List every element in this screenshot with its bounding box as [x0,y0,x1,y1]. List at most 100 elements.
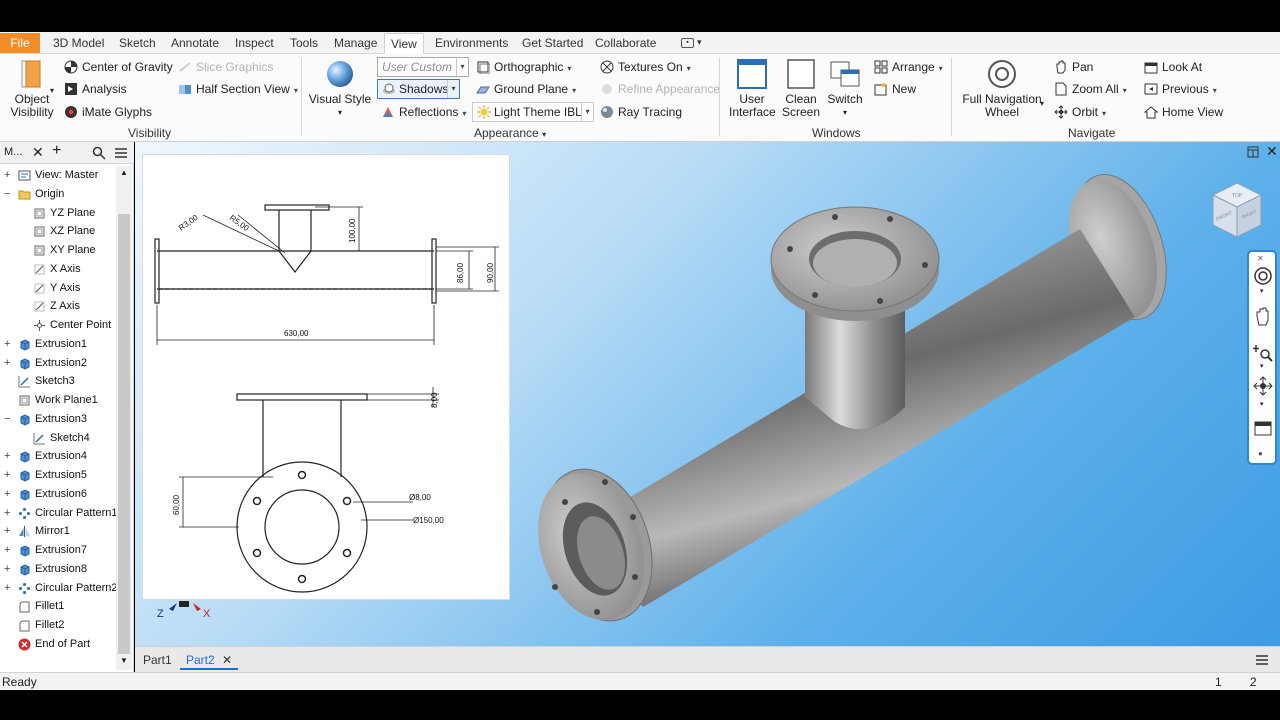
half-section-dropdown-icon[interactable]: ▾ [294,86,298,95]
slice-graphics-button[interactable]: Slice Graphics [178,58,273,76]
refine-appearance-button[interactable]: Refine Appearance [600,80,720,98]
expand-icon[interactable]: + [4,560,14,578]
tree-item[interactable]: XY Plane [0,241,116,259]
nav-orbit-icon[interactable] [1253,376,1273,396]
tree-item[interactable]: XZ Plane [0,222,116,240]
tree-item[interactable]: End of Part [0,635,116,653]
scroll-up-icon[interactable]: ▲ [120,168,128,177]
full-navigation-wheel-button[interactable]: Full Navigation Wheel [960,58,1044,119]
menu-3d-model[interactable]: 3D Model [51,35,106,52]
shadows-select[interactable]: Shadows ▾ [377,79,460,99]
collapse-icon[interactable]: − [4,410,14,428]
graphics-viewport[interactable]: R3,00 R5,00 100,00 86,00 90,00 630,00 8,… [135,142,1280,646]
tree-item[interactable]: Center Point [0,316,116,334]
orbit-dropdown-icon[interactable]: ▾ [1102,109,1106,118]
center-of-gravity-button[interactable]: Center of Gravity [64,58,173,76]
arrange-button[interactable]: Arrange ▾ [874,58,943,76]
menu-manage[interactable]: Manage [332,35,379,52]
nav-steering-wheel-icon[interactable] [1253,266,1273,286]
orthographic-dropdown-icon[interactable]: ▾ [567,64,571,73]
close-icon[interactable]: ✕ [32,144,44,161]
nav-zoom-dropdown-icon[interactable]: ▾ [1260,362,1264,370]
switch-button[interactable]: Switch ▾ [824,58,866,119]
viewcube-icon[interactable]: TOP FRONT RIGHT [1205,177,1269,243]
tree-item[interactable]: − Extrusion3 [0,410,116,428]
quick-access-dropdown-icon[interactable]: ▾ [697,37,702,48]
tree-item[interactable]: Sketch3 [0,372,116,390]
tree-item[interactable]: Work Plane1 [0,391,116,409]
tab-part2[interactable]: Part2 ✕ [180,650,239,670]
tree-item[interactable]: Z Axis [0,297,116,315]
light-theme-select[interactable]: Light Theme IBL ▾ [472,102,594,122]
new-window-button[interactable]: New [874,80,916,98]
tree-item[interactable]: Fillet2 [0,616,116,634]
tab-menu-icon[interactable] [1255,654,1269,666]
menu-sketch[interactable]: Sketch [117,35,158,52]
half-section-view-button[interactable]: Half Section View ▾ [178,80,298,98]
analysis-button[interactable]: Analysis [64,80,127,98]
close-viewport-icon[interactable]: ✕ [1266,143,1278,160]
restore-window-icon[interactable] [1247,146,1259,158]
user-custom-select[interactable]: User Custom ▾ [377,57,469,77]
ground-plane-dropdown-icon[interactable]: ▾ [572,86,576,95]
tree-item[interactable]: + View: Master [0,166,116,184]
tree-item[interactable]: + Extrusion6 [0,485,116,503]
expand-icon[interactable]: + [4,579,14,597]
browser-scrollbar[interactable]: ▲ ▼ [116,166,132,670]
scroll-down-icon[interactable]: ▼ [120,656,128,665]
tree-item[interactable]: − Origin [0,185,116,203]
quick-access-icon[interactable]: ▪ [681,38,694,48]
visual-style-button[interactable]: Visual Style ▾ [308,58,372,119]
collapse-icon[interactable]: − [4,185,14,203]
add-icon[interactable]: + [52,142,61,160]
shadows-dropdown-icon[interactable]: ▾ [447,80,459,98]
tree-item[interactable]: + Extrusion8 [0,560,116,578]
menu-get-started[interactable]: Get Started [520,35,585,52]
expand-icon[interactable]: + [4,447,14,465]
tree-item[interactable]: Fillet1 [0,597,116,615]
orthographic-button[interactable]: Orthographic ▾ [476,58,571,76]
menu-file[interactable]: File [0,33,40,53]
ground-plane-button[interactable]: Ground Plane ▾ [476,80,576,98]
user-interface-button[interactable]: User Interface [729,58,776,119]
nav-zoom-icon[interactable] [1253,342,1273,362]
tree-item[interactable]: + Mirror1 [0,522,116,540]
textures-on-button[interactable]: Textures On ▾ [600,58,691,76]
clean-screen-button[interactable]: Clean Screen [781,58,821,119]
tree-item[interactable]: + Extrusion7 [0,541,116,559]
orbit-button[interactable]: Orbit ▾ [1054,103,1106,121]
tree-item[interactable]: X Axis [0,260,116,278]
tree-item[interactable]: + Circular Pattern2 [0,579,118,597]
tab-part1[interactable]: Part1 [137,650,178,670]
expand-icon[interactable]: + [4,485,14,503]
expand-icon[interactable]: + [4,541,14,559]
tree-item[interactable]: YZ Plane [0,204,116,222]
object-visibility-button[interactable]: Object Visibility [8,58,56,119]
reflections-button[interactable]: Reflections ▾ [381,103,466,121]
navbar-options-icon[interactable]: ● [1258,449,1263,458]
tree-item[interactable]: + Circular Pattern1 [0,504,118,522]
switch-dropdown-icon[interactable]: ▾ [824,106,866,119]
menu-annotate[interactable]: Annotate [169,35,221,52]
imate-glyphs-button[interactable]: iMate Glyphs [64,103,152,121]
nav-look-at-icon[interactable] [1253,418,1273,438]
ray-tracing-button[interactable]: Ray Tracing [600,103,682,121]
menu-inspect[interactable]: Inspect [233,35,276,52]
reflections-dropdown-icon[interactable]: ▾ [462,109,466,118]
visual-style-dropdown-icon[interactable]: ▾ [308,106,372,119]
previous-view-button[interactable]: Previous ▾ [1144,80,1217,98]
tree-item[interactable]: + Extrusion2 [0,354,116,372]
tee-pipe-model[interactable] [535,167,1185,637]
appearance-panel-label[interactable]: Appearance ▾ [474,126,546,140]
expand-icon[interactable]: + [4,466,14,484]
menu-collaborate[interactable]: Collaborate [593,35,658,52]
textures-dropdown-icon[interactable]: ▾ [687,64,691,73]
menu-icon[interactable] [114,147,128,159]
tree-item[interactable]: Y Axis [0,279,116,297]
tree-item[interactable]: + Extrusion4 [0,447,116,465]
navigation-wheel-dropdown-icon[interactable]: ▾ [1040,99,1044,108]
menu-environments[interactable]: Environments [433,35,510,52]
model-browser-title[interactable]: M... [4,146,22,158]
arrange-dropdown-icon[interactable]: ▾ [939,64,943,73]
nav-wheel-dropdown-icon[interactable]: ▾ [1260,287,1264,295]
